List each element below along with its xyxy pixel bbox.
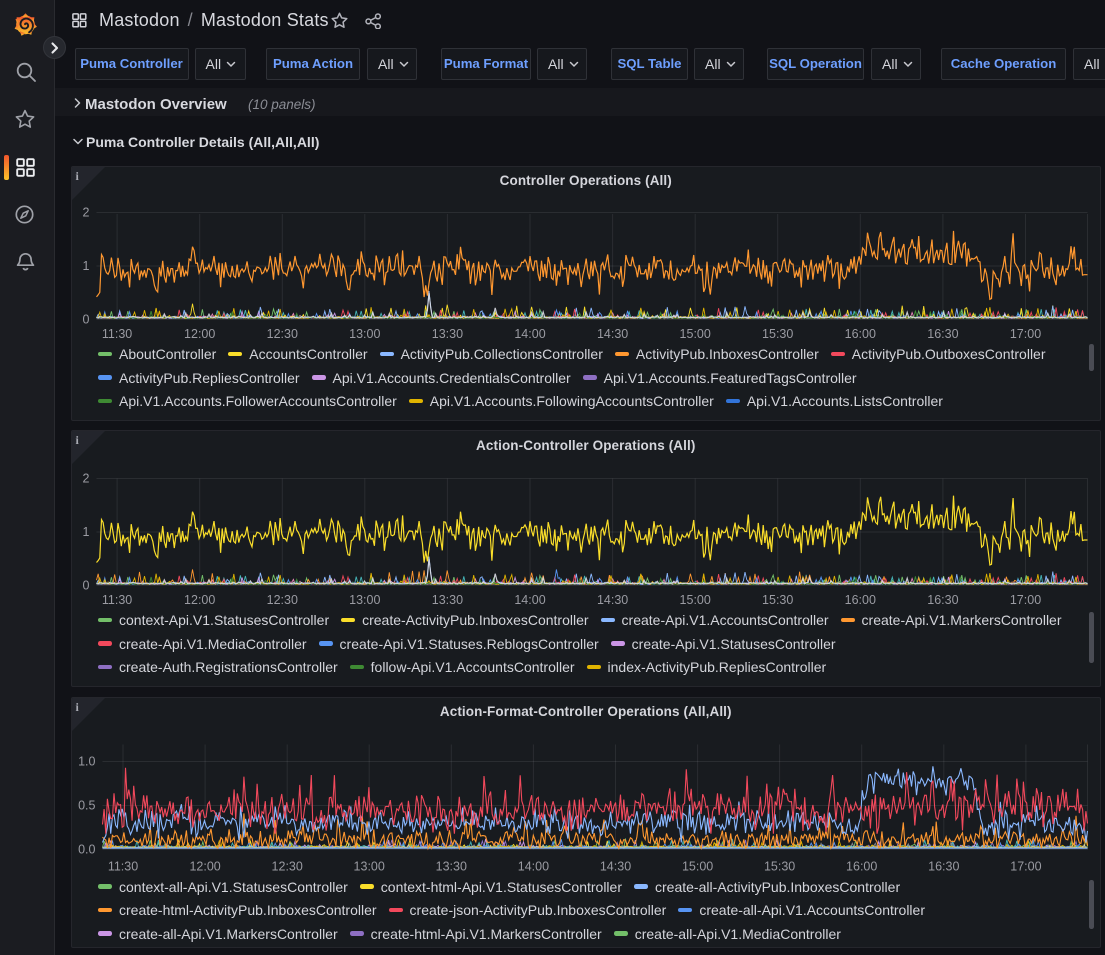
svg-text:15:00: 15:00 — [679, 593, 710, 607]
svg-text:1: 1 — [82, 525, 89, 539]
svg-text:2: 2 — [82, 206, 89, 220]
svg-text:13:00: 13:00 — [349, 593, 380, 607]
svg-text:16:00: 16:00 — [846, 859, 877, 873]
svg-text:13:30: 13:30 — [431, 593, 462, 607]
svg-text:14:30: 14:30 — [599, 859, 630, 873]
svg-text:12:30: 12:30 — [271, 859, 302, 873]
svg-text:13:30: 13:30 — [431, 327, 462, 341]
svg-text:0.0: 0.0 — [78, 842, 95, 856]
svg-text:11:30: 11:30 — [101, 327, 131, 341]
svg-text:12:00: 12:00 — [184, 593, 215, 607]
svg-text:17:00: 17:00 — [1009, 327, 1040, 341]
svg-text:0: 0 — [82, 313, 89, 327]
svg-text:16:30: 16:30 — [927, 593, 958, 607]
svg-text:15:00: 15:00 — [681, 859, 712, 873]
svg-text:13:00: 13:00 — [353, 859, 384, 873]
svg-text:0: 0 — [82, 579, 89, 593]
svg-text:16:30: 16:30 — [928, 859, 959, 873]
svg-text:16:00: 16:00 — [844, 593, 875, 607]
svg-text:14:30: 14:30 — [596, 593, 627, 607]
svg-text:15:00: 15:00 — [679, 327, 710, 341]
svg-text:1.0: 1.0 — [78, 754, 95, 768]
svg-text:0.5: 0.5 — [78, 798, 95, 812]
svg-text:14:30: 14:30 — [596, 327, 627, 341]
svg-text:16:30: 16:30 — [927, 327, 958, 341]
svg-text:12:30: 12:30 — [266, 327, 297, 341]
svg-text:12:00: 12:00 — [184, 327, 215, 341]
svg-text:15:30: 15:30 — [762, 593, 793, 607]
svg-text:12:00: 12:00 — [189, 859, 220, 873]
svg-text:14:00: 14:00 — [517, 859, 548, 873]
svg-text:11:30: 11:30 — [101, 593, 131, 607]
svg-text:15:30: 15:30 — [763, 859, 794, 873]
svg-text:13:30: 13:30 — [435, 859, 466, 873]
svg-text:1: 1 — [82, 259, 89, 273]
svg-text:14:00: 14:00 — [514, 327, 545, 341]
svg-text:13:00: 13:00 — [349, 327, 380, 341]
svg-text:14:00: 14:00 — [514, 593, 545, 607]
svg-text:15:30: 15:30 — [762, 327, 793, 341]
svg-text:12:30: 12:30 — [266, 593, 297, 607]
svg-text:16:00: 16:00 — [844, 327, 875, 341]
svg-text:17:00: 17:00 — [1010, 859, 1041, 873]
svg-text:17:00: 17:00 — [1009, 593, 1040, 607]
svg-text:2: 2 — [82, 472, 89, 486]
svg-text:11:30: 11:30 — [107, 859, 137, 873]
